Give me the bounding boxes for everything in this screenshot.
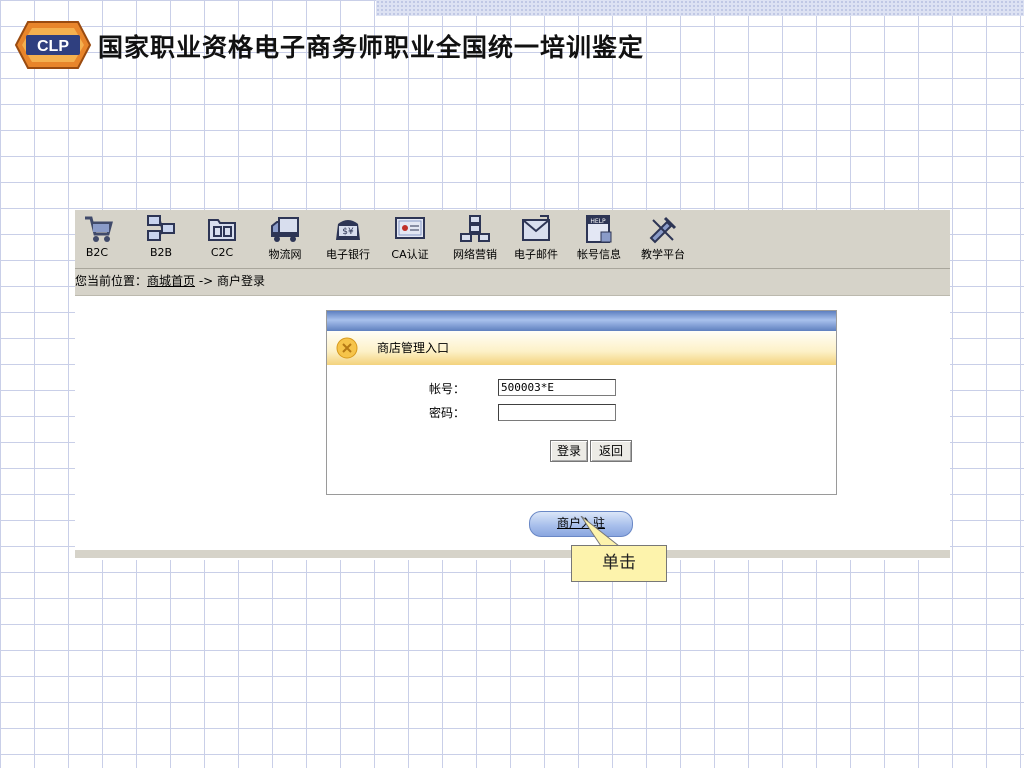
panel-title: 商店管理入口: [377, 341, 450, 355]
toolbar-label: B2C: [85, 246, 109, 259]
toolbar-item-logistics[interactable]: 物流网: [263, 214, 307, 266]
account-label: 帐号：: [429, 382, 466, 396]
toolbar-item-email[interactable]: 电子邮件: [510, 214, 562, 266]
account-input[interactable]: [498, 379, 616, 396]
toolbar-item-e-bank[interactable]: $¥ 电子银行: [320, 214, 376, 266]
toolbar-item-ca-cert[interactable]: CA认证: [387, 214, 433, 266]
close-circle-icon: [336, 337, 358, 359]
toolbar-item-c2c[interactable]: C2C: [202, 214, 242, 266]
toolbar-label: 教学平台: [641, 248, 685, 261]
logo-text: CLP: [37, 38, 69, 55]
toolbar-item-teaching-platform[interactable]: 教学平台: [635, 214, 691, 266]
app-window: B2C B2B C2C 物流网 $¥ 电子银行 CA认证 网络营销 电子邮件 H…: [75, 210, 950, 560]
breadcrumb-prefix: 您当前位置：: [75, 274, 148, 288]
toolbar-label: CA认证: [391, 248, 429, 261]
click-callout: 单击: [571, 545, 667, 582]
breadcrumb: 您当前位置：商城首页 -> 商户登录: [75, 269, 950, 296]
toolbar-label: 电子银行: [326, 248, 370, 261]
toolbar-item-b2b[interactable]: B2B: [141, 214, 181, 266]
svg-text:HELP: HELP: [590, 218, 606, 225]
mail-icon: [522, 215, 550, 241]
org-chart-icon: [460, 215, 490, 242]
panel-header: 商店管理入口: [327, 331, 836, 365]
slide-title: 国家职业资格电子商务师职业全国统一培训鉴定: [98, 33, 645, 62]
toolbar-label: 电子邮件: [514, 248, 558, 261]
breadcrumb-current: 商户登录: [217, 274, 266, 288]
tools-icon: [649, 216, 677, 244]
password-label: 密码：: [429, 406, 466, 420]
money-bag-icon: $¥: [336, 220, 360, 240]
shopping-cart-icon: [85, 216, 113, 242]
password-input[interactable]: [498, 404, 616, 421]
back-button[interactable]: 返回: [590, 440, 632, 462]
svg-text:$¥: $¥: [342, 227, 354, 237]
breadcrumb-home-link[interactable]: 商城首页: [147, 274, 195, 288]
toolbar-item-account-info[interactable]: HELP 帐号信息: [571, 214, 627, 266]
store-login-panel: 商店管理入口 帐号： 密码： 登录 返回: [326, 310, 837, 495]
breadcrumb-separator: ->: [195, 274, 218, 288]
toolbar-item-b2c[interactable]: B2C: [75, 214, 119, 266]
clp-logo: CLP: [14, 21, 92, 69]
slide-top-strip: [376, 0, 1024, 16]
help-book-icon: HELP: [586, 215, 612, 243]
truck-icon: [271, 217, 299, 242]
toolbar-label: 网络营销: [453, 248, 497, 261]
toolbar-item-net-marketing[interactable]: 网络营销: [447, 214, 503, 266]
panel-top-bar: [327, 311, 836, 331]
toolbar-label: B2B: [149, 246, 173, 259]
main-toolbar: B2C B2B C2C 物流网 $¥ 电子银行 CA认证 网络营销 电子邮件 H…: [75, 210, 950, 269]
certificate-icon: [395, 217, 425, 239]
folder-icon: [208, 219, 236, 241]
network-nodes-icon: [147, 215, 175, 241]
bottom-bar: [75, 550, 950, 558]
login-button[interactable]: 登录: [550, 440, 588, 462]
toolbar-label: 帐号信息: [577, 248, 621, 261]
toolbar-label: 物流网: [268, 248, 302, 261]
toolbar-label: C2C: [210, 246, 234, 259]
